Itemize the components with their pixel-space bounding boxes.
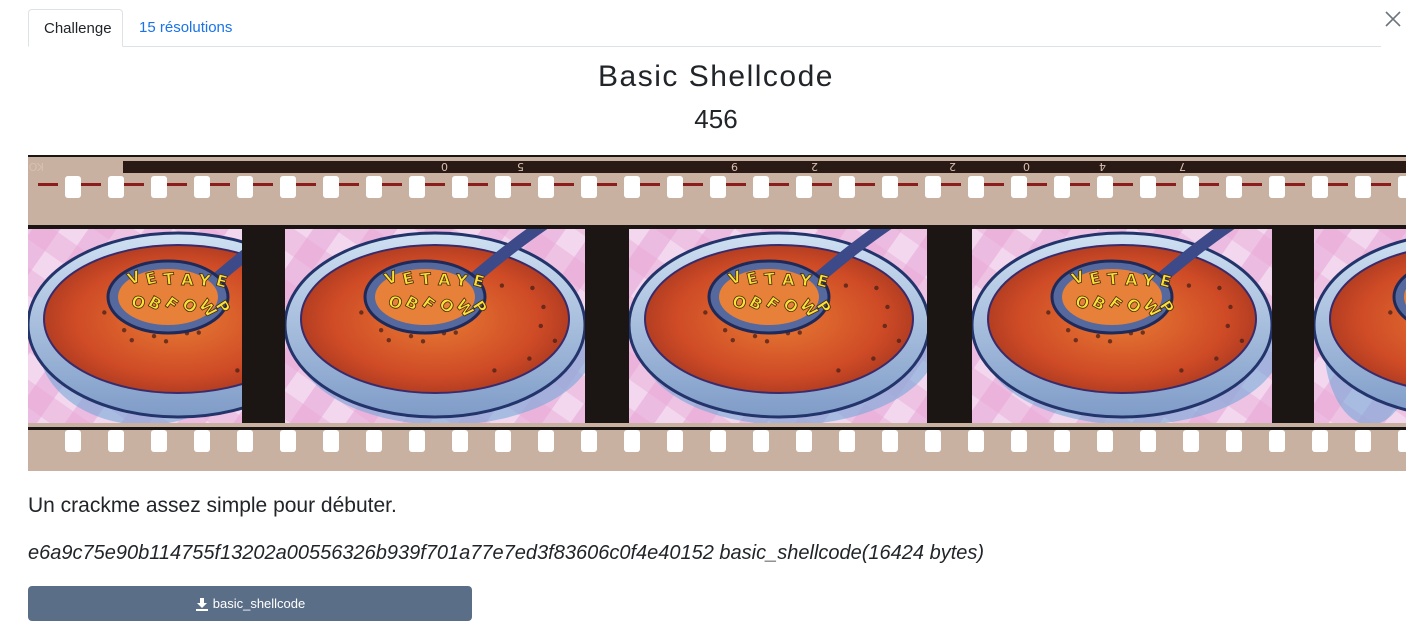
svg-text:9: 9 xyxy=(731,160,738,173)
svg-text:A: A xyxy=(782,270,795,289)
svg-text:T: T xyxy=(763,269,776,289)
download-button-label: basic_shellcode xyxy=(212,596,306,611)
file-hash: e6a9c75e90b114755f13202a00556326b939f701… xyxy=(28,542,985,564)
tab-bar: Challenge 15 résolutions xyxy=(28,9,1381,47)
svg-text:2: 2 xyxy=(811,160,818,173)
svg-text:0: 0 xyxy=(441,160,448,173)
svg-text:4: 4 xyxy=(1099,160,1106,173)
svg-text:A: A xyxy=(1125,270,1138,289)
svg-text:5: 5 xyxy=(517,160,524,173)
challenge-description: Un crackme assez simple pour débuter. xyxy=(28,494,397,517)
svg-text:A: A xyxy=(438,270,451,289)
challenge-points: 456 xyxy=(694,104,738,134)
svg-text:KOD: KOD xyxy=(28,160,44,173)
challenge-title: Basic Shellcode xyxy=(598,60,834,93)
tab-challenge[interactable]: Challenge xyxy=(28,9,123,47)
challenge-banner-image: KOD05922047 VETAYEOBFOWPVETAYEOBFOWPVETA… xyxy=(20,155,1427,471)
svg-text:7: 7 xyxy=(1179,160,1186,173)
svg-text:A: A xyxy=(181,270,194,289)
close-icon[interactable] xyxy=(1383,9,1403,29)
download-button[interactable]: basic_shellcode xyxy=(28,586,472,621)
svg-text:T: T xyxy=(419,269,432,289)
svg-text:T: T xyxy=(1106,269,1119,289)
svg-text:T: T xyxy=(162,269,175,289)
svg-text:2: 2 xyxy=(949,160,956,173)
download-icon xyxy=(195,597,209,611)
svg-text:0: 0 xyxy=(1023,160,1030,173)
tab-resolutions[interactable]: 15 résolutions xyxy=(124,9,247,47)
